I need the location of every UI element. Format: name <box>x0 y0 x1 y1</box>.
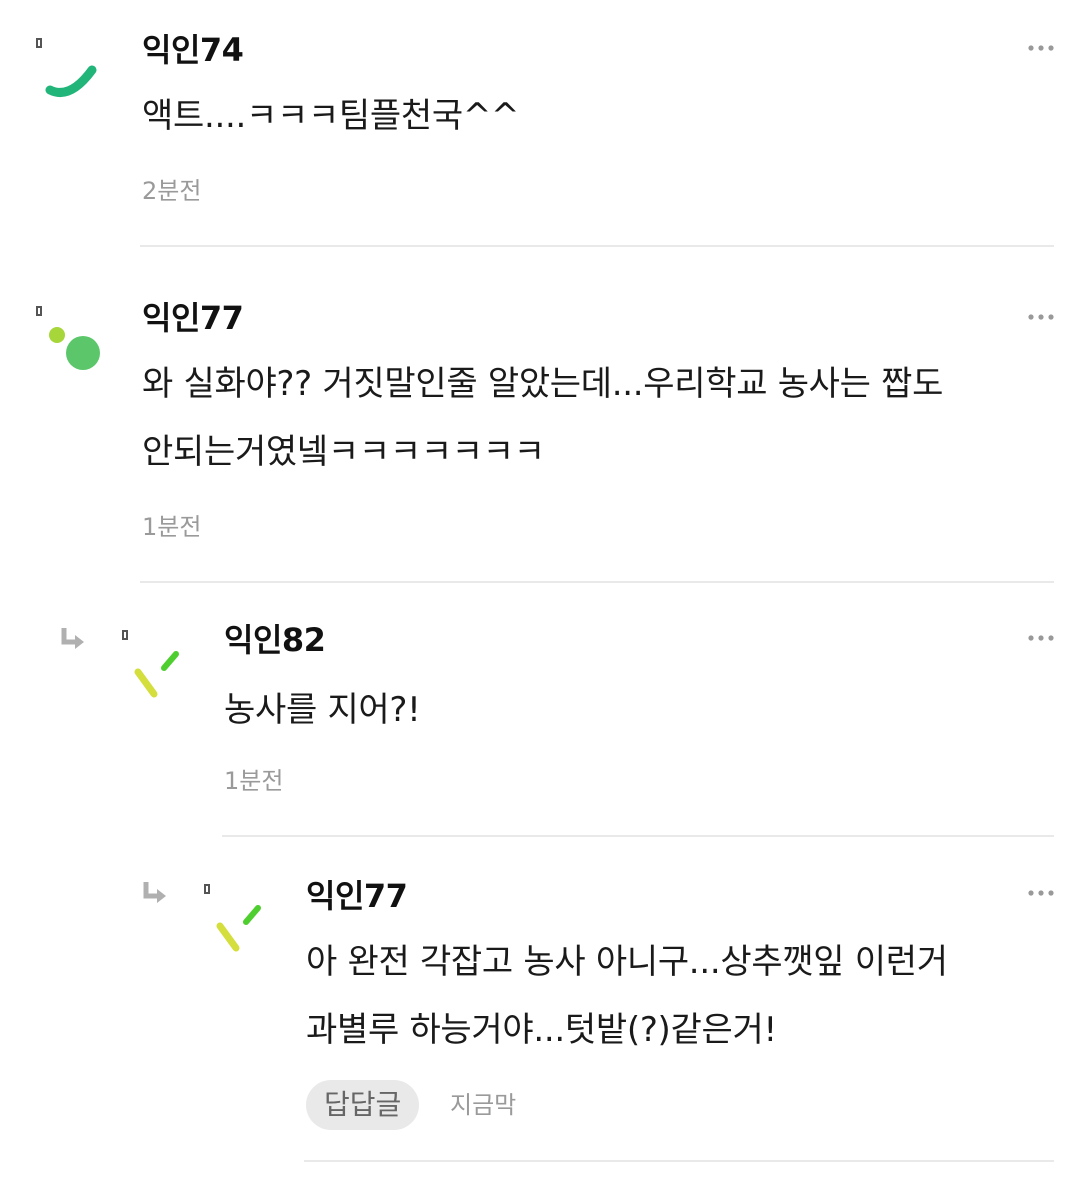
author-name[interactable]: 익인82 <box>224 620 326 660</box>
reply-arrow-icon <box>142 880 170 906</box>
more-horizontal-icon[interactable] <box>1028 313 1054 321</box>
comment-text-line: 아 완전 각잡고 농사 아니구...상추깻잎 이런거 <box>306 942 948 982</box>
comment-text: 액트....ㅋㅋㅋ팀플천국^^ <box>142 96 520 136</box>
reply-arrow-icon <box>60 626 88 652</box>
timestamp: 지금막 <box>450 1091 517 1119</box>
comment-text-line: 안되는거였넼ㅋㅋㅋㅋㅋㅋㅋ <box>142 432 545 472</box>
comment-text: 농사를 지어?! <box>224 690 421 730</box>
avatar[interactable] <box>206 892 270 956</box>
comment-text: 와 실화야?? 거짓말인줄 알았는데...우리학교 농사는 짭도 안되는거였넼ㅋ… <box>142 350 943 486</box>
more-horizontal-icon[interactable] <box>1028 889 1054 897</box>
author-name[interactable]: 익인77 <box>306 876 408 916</box>
divider <box>140 245 1054 247</box>
timestamp: 1분전 <box>142 513 202 541</box>
more-horizontal-icon[interactable] <box>1028 44 1054 52</box>
comment-text-line: 와 실화야?? 거짓말인줄 알았는데...우리학교 농사는 짭도 <box>142 364 944 404</box>
divider <box>304 1160 1054 1162</box>
comment-text-line: 과별루 하능거야...텃밭(?)같은거! <box>306 1010 777 1050</box>
missing-glyph-icon <box>36 306 42 316</box>
author-name[interactable]: 익인77 <box>142 298 244 338</box>
author-name[interactable]: 익인74 <box>142 30 244 70</box>
timestamp: 2분전 <box>142 177 202 205</box>
reply-button[interactable]: 답답글 <box>306 1080 420 1130</box>
divider <box>140 581 1054 583</box>
timestamp: 1분전 <box>224 767 284 795</box>
divider <box>222 835 1054 837</box>
more-horizontal-icon[interactable] <box>1028 634 1054 642</box>
avatar[interactable] <box>40 318 104 382</box>
avatar[interactable] <box>124 638 188 702</box>
comment-text: 아 완전 각잡고 농사 아니구...상추깻잎 이런거 과별루 하능거야...텃밭… <box>306 928 948 1064</box>
avatar[interactable] <box>40 40 104 104</box>
